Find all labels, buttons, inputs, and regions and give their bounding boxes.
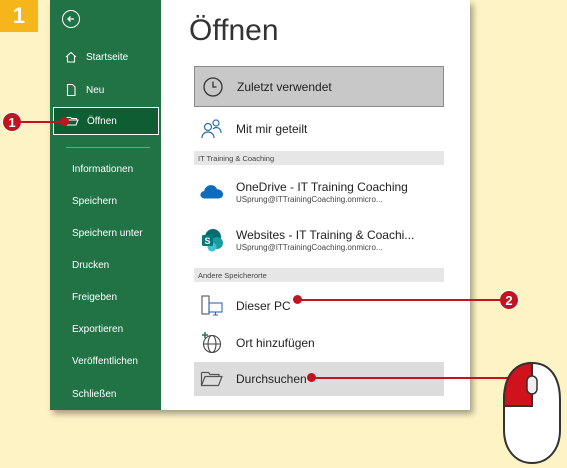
callout-2-leader <box>298 299 501 301</box>
computer-icon <box>200 294 224 318</box>
sidebar-item-label: Exportieren <box>72 323 124 335</box>
sidebar-item-label: Speichern unter <box>72 227 143 239</box>
sites-title: Websites - IT Training & Coachi... <box>236 228 415 242</box>
sites-account: USprung@ITTrainingCoaching.onmicro... <box>236 243 383 252</box>
callout-1: 1 <box>2 112 22 132</box>
section-header-other: Andere Speicherorte <box>194 268 444 282</box>
callout-2: 2 <box>499 290 519 310</box>
add-place-button[interactable]: Ort hinzufügen <box>194 327 444 359</box>
backstage-sidebar: Startseite Neu Öffnen Informationen Spei… <box>50 0 161 410</box>
sidebar-item-label: Drucken <box>72 259 110 271</box>
clock-icon <box>201 75 225 99</box>
onedrive-account: USprung@ITTrainingCoaching.onmicro... <box>236 195 383 204</box>
add-place-label: Ort hinzufügen <box>236 336 315 350</box>
mouse-leader <box>313 377 508 379</box>
excel-backstage-window: Startseite Neu Öffnen Informationen Spei… <box>50 0 470 410</box>
sidebar-item-label: Informationen <box>72 163 134 175</box>
browse-click-dot <box>307 373 316 382</box>
page-title: Öffnen <box>189 14 279 47</box>
new-document-icon <box>66 83 76 97</box>
sharepoint-sites-location[interactable]: S Websites - IT Training & Coachi... USp… <box>194 220 444 260</box>
sharepoint-icon: S <box>200 228 224 252</box>
browse-button[interactable]: Durchsuchen <box>194 362 444 396</box>
step-badge: 1 <box>0 0 38 32</box>
callout-2-dot <box>293 295 302 304</box>
sidebar-item-speichern-unter[interactable]: Speichern unter <box>50 219 161 247</box>
this-pc-button[interactable]: Dieser PC <box>194 290 444 322</box>
sidebar-item-label: Neu <box>86 84 105 96</box>
sidebar-item-schliessen[interactable]: Schließen <box>50 380 161 408</box>
callout-1-dot <box>60 117 69 126</box>
sidebar-item-speichern[interactable]: Speichern <box>50 187 161 215</box>
onedrive-title: OneDrive - IT Training Coaching <box>236 180 408 194</box>
sidebar-item-drucken[interactable]: Drucken <box>50 251 161 279</box>
sidebar-item-label: Speichern <box>72 195 118 207</box>
svg-text:S: S <box>204 236 210 246</box>
callout-1-leader <box>21 121 64 123</box>
sidebar-item-informationen[interactable]: Informationen <box>50 155 161 183</box>
globe-add-icon <box>200 331 224 355</box>
sidebar-divider <box>66 147 150 148</box>
onedrive-location[interactable]: OneDrive - IT Training Coaching USprung@… <box>194 172 444 212</box>
browse-label: Durchsuchen <box>236 372 307 386</box>
shared-with-me-button[interactable]: Mit mir geteilt <box>194 114 444 144</box>
sidebar-item-label: Schließen <box>72 388 117 400</box>
sidebar-item-label: Öffnen <box>87 115 117 127</box>
recent-label: Zuletzt verwendet <box>237 79 332 94</box>
shared-users-icon <box>200 117 224 141</box>
sidebar-item-freigeben[interactable]: Freigeben <box>50 283 161 311</box>
sidebar-item-label: Freigeben <box>72 291 118 303</box>
shared-label: Mit mir geteilt <box>236 122 308 136</box>
sidebar-item-label: Veröffentlichen <box>72 355 138 367</box>
home-icon <box>65 51 77 63</box>
sidebar-item-startseite[interactable]: Startseite <box>50 43 161 71</box>
sidebar-item-label: Startseite <box>86 51 129 63</box>
this-pc-label: Dieser PC <box>236 299 291 313</box>
sidebar-item-neu[interactable]: Neu <box>50 76 161 104</box>
sidebar-item-veroeffentlichen[interactable]: Veröffentlichen <box>50 347 161 375</box>
back-arrow-icon[interactable] <box>62 10 80 28</box>
open-pane: Öffnen Zuletzt verwendet Mit mir geteilt… <box>161 0 470 410</box>
recent-button[interactable]: Zuletzt verwendet <box>194 66 444 107</box>
folder-icon <box>200 367 224 391</box>
mouse-icon <box>503 361 561 465</box>
sidebar-item-exportieren[interactable]: Exportieren <box>50 315 161 343</box>
section-header-org: IT Training & Coaching <box>194 151 444 165</box>
onedrive-cloud-icon <box>200 180 224 204</box>
